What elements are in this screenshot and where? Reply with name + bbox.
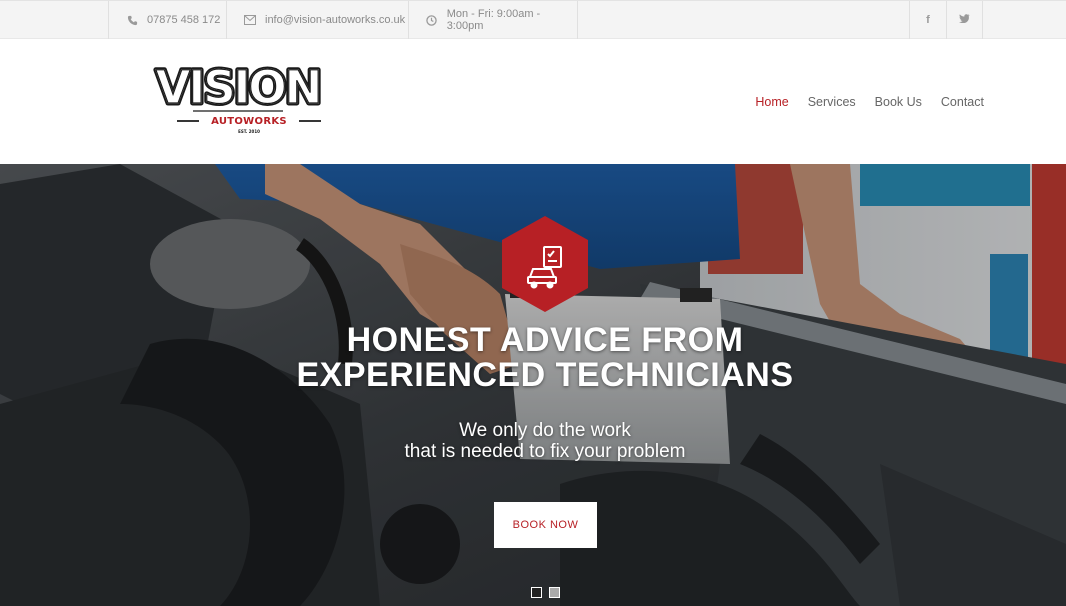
facebook-icon: f <box>926 14 930 26</box>
envelope-icon <box>243 13 257 27</box>
twitter-icon <box>959 14 970 26</box>
svg-text:AUTOWORKS: AUTOWORKS <box>211 116 287 127</box>
site-header: VISION VISION VISION AUTOWORKS EST. 2010… <box>0 39 1066 164</box>
nav-services[interactable]: Services <box>808 95 856 109</box>
phone-info[interactable]: 07875 458 172 <box>108 1 226 39</box>
facebook-link[interactable]: f <box>909 1 946 39</box>
svg-text:VISION: VISION <box>156 65 321 114</box>
email-address: info@vision-autoworks.co.uk <box>265 14 406 26</box>
nav-book-us[interactable]: Book Us <box>875 95 922 109</box>
hero-title-line2: EXPERIENCED TECHNICIANS <box>296 356 794 394</box>
nav-home[interactable]: Home <box>755 95 788 109</box>
hero-subtitle-line2: that is needed to fix your problem <box>404 441 686 462</box>
hero-subtitle-line1: We only do the work <box>459 420 631 441</box>
hero-title-line1: HONEST ADVICE FROM <box>346 321 744 359</box>
clock-icon <box>425 13 439 27</box>
svg-text:EST. 2010: EST. 2010 <box>238 129 260 134</box>
vision-autoworks-logo[interactable]: VISION VISION VISION AUTOWORKS EST. 2010 <box>135 59 345 137</box>
hours-info: Mon - Fri: 9:00am - 3:00pm <box>408 1 578 39</box>
hero-badge <box>501 215 589 313</box>
hero-slider: HONEST ADVICE FROM EXPERIENCED TECHNICIA… <box>0 164 1066 606</box>
twitter-link[interactable] <box>946 1 983 39</box>
book-now-button[interactable]: BOOK NOW <box>494 502 597 548</box>
email-info[interactable]: info@vision-autoworks.co.uk <box>226 1 408 39</box>
slide-dot-1[interactable] <box>531 587 542 598</box>
main-nav: Home Services Book Us Contact <box>755 95 984 109</box>
slider-pagination <box>531 587 560 598</box>
phone-number: 07875 458 172 <box>147 14 221 26</box>
top-info-bar: 07875 458 172 info@vision-autoworks.co.u… <box>0 0 1066 39</box>
opening-hours: Mon - Fri: 9:00am - 3:00pm <box>446 8 541 32</box>
hero-title: HONEST ADVICE FROM EXPERIENCED TECHNICIA… <box>0 323 1066 393</box>
hero-subtitle: We only do the work that is needed to fi… <box>0 420 1066 462</box>
phone-icon <box>125 13 139 27</box>
slide-dot-2[interactable] <box>549 587 560 598</box>
nav-contact[interactable]: Contact <box>941 95 984 109</box>
